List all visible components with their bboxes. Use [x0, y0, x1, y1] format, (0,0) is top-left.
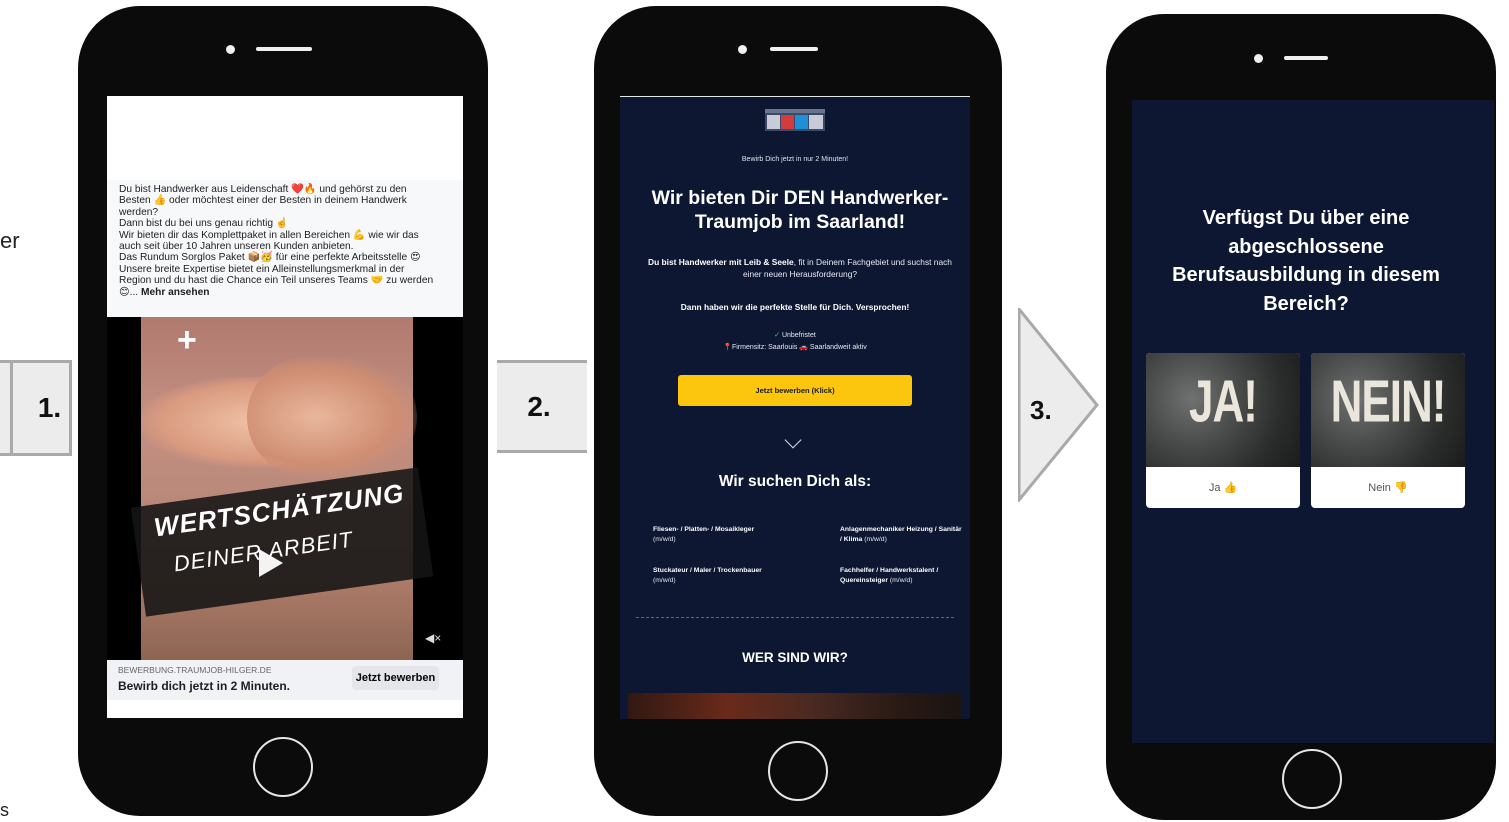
job-title: Anlagenmechaniker Heizung / Sanitär / Kl…: [840, 526, 962, 543]
section-title-about: WER SIND WIR?: [742, 650, 848, 665]
landing-page-screen: Bewirb Dich jetzt in nur 2 Minuten! Wir …: [620, 96, 970, 719]
home-button[interactable]: [253, 737, 313, 797]
intro-bold: Du bist Handwerker mit Leib & Seele: [648, 257, 794, 267]
plus-icon: +: [177, 321, 197, 359]
about-image: [628, 693, 961, 719]
ad-text-line: Besten 👍 oder möchtest einer der Besten …: [119, 195, 407, 207]
chevron-down-icon[interactable]: [784, 431, 802, 449]
job-item: Fachhelfer / Handwerkstalent / Quereinst…: [840, 566, 965, 586]
facebook-ad-screen: Du bist Handwerker aus Leidenschaft ❤️🔥 …: [107, 96, 463, 718]
job-suffix: (m/w/d): [889, 577, 913, 584]
page-title: Wir bieten Dir DEN Handwerker-Traumjob i…: [651, 187, 949, 233]
ad-text-line: Region und du hast die Chance ein Teil u…: [119, 275, 434, 287]
small-intro-note: Bewirb Dich jetzt in nur 2 Minuten!: [741, 156, 849, 163]
ad-text-line: Wir bieten dir das Komplettpaket in alle…: [119, 229, 419, 241]
quiz-screen: Verfügst Du über eine abgeschlossene Ber…: [1132, 100, 1494, 743]
feature-label: Firmensitz: Saarlouis 🚗 Saarlandweit akt…: [731, 344, 867, 351]
step-1-label: 1.: [37, 392, 62, 423]
job-suffix: (m/w/d): [864, 536, 887, 543]
screen-top-gap: [107, 96, 463, 180]
speaker-grille: [256, 47, 312, 51]
company-logo: [765, 109, 825, 131]
answer-card-no[interactable]: NEIN! Nein 👎: [1311, 353, 1465, 508]
ad-text-line: 😊... Mehr ansehen: [119, 287, 451, 298]
speaker-grille: [770, 47, 818, 51]
feature-unbefristet: ✓ Unbefristet: [620, 331, 970, 339]
apply-now-button[interactable]: Jetzt bewerben: [352, 666, 439, 690]
ad-text-line: werden?: [119, 206, 159, 218]
see-more-link[interactable]: Mehr ansehen: [141, 287, 210, 298]
answer-card-yes[interactable]: JA! Ja 👍: [1146, 353, 1300, 508]
handshake-photo-detail: [247, 357, 417, 477]
ad-text-line: Das Rundum Sorglos Paket 📦🥳 für eine per…: [119, 252, 421, 264]
ad-text-line: auch seit über 10 Jahren unseren Kunden …: [119, 241, 354, 253]
section-title-jobs: Wir suchen Dich als:: [718, 473, 872, 490]
pin-icon: 📍: [723, 344, 732, 351]
step-1-tag-border: [10, 360, 13, 456]
cropped-text-fragment: er: [0, 228, 20, 253]
cropped-text-fragment: s: [0, 800, 9, 820]
step-2-label: 2.: [527, 390, 551, 422]
ad-text-line: Unsere breite Expertise bietet ein Allei…: [119, 263, 405, 275]
ad-text-line: Dann bist du bei uns genau richtig ☝️: [119, 218, 289, 230]
ad-video[interactable]: + WERTSCHÄTZUNG DEINER ARBEIT ◀×: [107, 317, 463, 660]
answer-image-text: JA!: [1189, 369, 1258, 436]
speaker-grille: [1284, 56, 1328, 60]
ad-text-ellipsis: 😊...: [119, 286, 141, 298]
ad-cta-bar: BEWERBUNG.TRAUMJOB-HILGER.DE Bewirb dich…: [107, 660, 463, 700]
job-item: Fliesen- / Platten- / Mosaikleger (m/w/d): [653, 525, 793, 545]
answer-label: Nein 👎: [1368, 482, 1408, 494]
feature-label: Unbefristet: [781, 332, 816, 339]
section-divider: [636, 617, 954, 618]
camera-dot: [1254, 54, 1263, 63]
promise-text: Dann haben wir die perfekte Stelle für D…: [680, 302, 910, 312]
job-suffix: (m/w/d): [653, 577, 676, 584]
ad-domain: BEWERBUNG.TRAUMJOB-HILGER.DE: [118, 665, 272, 675]
camera-dot: [226, 45, 235, 54]
job-suffix: (m/w/d): [653, 536, 676, 543]
ad-text-line: Du bist Handwerker aus Leidenschaft ❤️🔥 …: [119, 184, 407, 195]
job-item: Anlagenmechaniker Heizung / Sanitär / Kl…: [840, 525, 965, 545]
screen-top-line: [620, 96, 970, 97]
check-icon: ✓: [774, 332, 782, 339]
intro-paragraph: Du bist Handwerker mit Leib & Seele, fit…: [646, 257, 954, 280]
play-icon[interactable]: [259, 549, 283, 577]
ad-body-text: Du bist Handwerker aus Leidenschaft ❤️🔥 …: [107, 180, 463, 317]
camera-dot: [738, 45, 747, 54]
job-title: Fliesen- / Platten- / Mosaikleger: [653, 526, 755, 533]
home-button[interactable]: [768, 741, 828, 801]
step-3-label: 3.: [1030, 395, 1052, 425]
job-item: Stuckateur / Maler / Trockenbauer (m/w/d): [653, 566, 793, 586]
answer-image-text: NEIN!: [1330, 369, 1447, 436]
home-button[interactable]: [1282, 749, 1342, 809]
step-2-tag: 2.: [497, 360, 587, 453]
mute-icon[interactable]: ◀×: [425, 631, 441, 645]
answer-label: Ja 👍: [1208, 482, 1238, 494]
quiz-question: Verfügst Du über eine abgeschlossene Ber…: [1172, 207, 1440, 315]
feature-location: 📍Firmensitz: Saarlouis 🚗 Saarlandweit ak…: [620, 343, 970, 351]
job-title: Stuckateur / Maler / Trockenbauer: [653, 567, 762, 574]
ad-headline[interactable]: Bewirb dich jetzt in 2 Minuten.: [118, 679, 290, 693]
apply-button[interactable]: Jetzt bewerben (Klick): [678, 375, 912, 406]
